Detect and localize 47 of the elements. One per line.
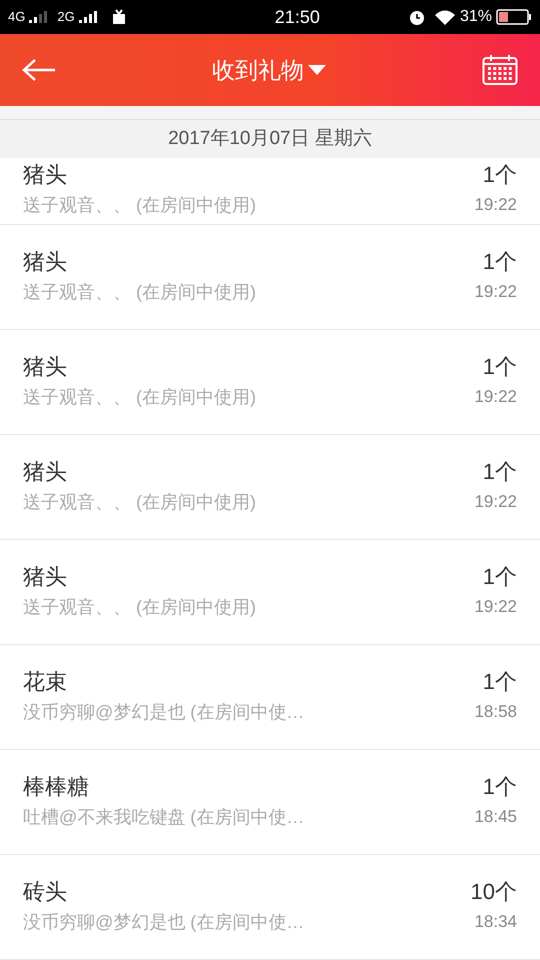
date-banner: 2017年10月07日 星期六 (0, 120, 540, 158)
notification-icon (110, 9, 127, 25)
back-arrow-icon[interactable] (22, 58, 56, 82)
gift-count: 1个 (482, 668, 517, 696)
signal-icon (78, 10, 99, 24)
gift-count: 10个 (470, 878, 517, 906)
clock: 21:50 (274, 6, 320, 28)
gift-note: 送子观音、、 (在房间中使用) (23, 194, 256, 217)
gift-count: 1个 (482, 458, 517, 486)
gift-note: 没币穷聊@梦幻是也 (在房间中使… (23, 701, 304, 724)
gift-note: 送子观音、、 (在房间中使用) (23, 491, 256, 514)
gift-time: 18:45 (474, 806, 517, 828)
calendar-icon[interactable] (482, 54, 518, 86)
battery-icon (496, 9, 532, 25)
gift-time: 19:22 (474, 281, 517, 303)
gift-time: 18:58 (474, 701, 517, 723)
gift-note: 吐槽@不来我吃键盘 (在房间中使… (23, 806, 304, 829)
network-label: 4G (8, 8, 26, 26)
gift-note: 送子观音、、 (在房间中使用) (23, 386, 256, 409)
gift-name: 猪头 (23, 161, 68, 189)
gift-count: 1个 (482, 353, 517, 381)
wifi-icon (434, 9, 456, 25)
gift-count: 1个 (482, 161, 517, 189)
title-dropdown[interactable]: 收到礼物 (212, 52, 326, 88)
gift-name: 棒棒糖 (23, 773, 90, 801)
gift-time: 19:22 (474, 491, 517, 513)
gift-time: 18:34 (474, 911, 517, 933)
gift-name: 猪头 (23, 353, 68, 381)
gift-note: 送子观音、、 (在房间中使用) (23, 596, 256, 619)
gift-count: 1个 (482, 563, 517, 591)
gift-name: 猪头 (23, 248, 68, 276)
gift-time: 19:22 (474, 194, 517, 216)
gift-name: 花束 (23, 668, 68, 696)
network-label: 2G (57, 8, 75, 26)
alarm-icon (408, 8, 426, 26)
caret-icon (308, 65, 326, 75)
gift-name: 猪头 (23, 563, 68, 591)
gift-time: 19:22 (474, 596, 517, 618)
gift-note: 没币穷聊@梦幻是也 (在房间中使… (23, 911, 304, 934)
signal-icon (29, 10, 50, 24)
battery-percent: 31% (460, 7, 492, 27)
gift-note: 送子观音、、 (在房间中使用) (23, 281, 256, 304)
gift-time: 19:22 (474, 386, 517, 408)
gift-count: 1个 (482, 773, 517, 801)
gift-count: 1个 (482, 248, 517, 276)
gift-name: 猪头 (23, 458, 68, 486)
gift-name: 砖头 (23, 878, 68, 906)
